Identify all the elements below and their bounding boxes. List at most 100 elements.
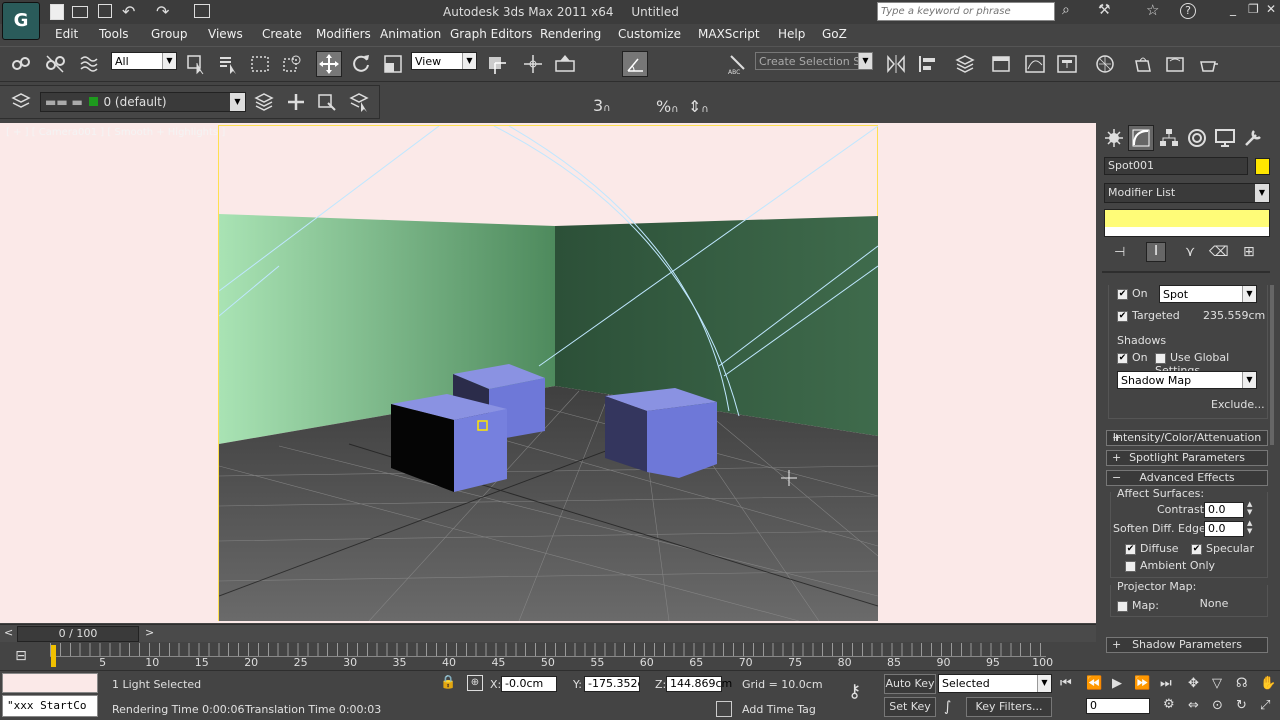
spinner-snap-icon[interactable]: ⇕∩ <box>688 97 709 116</box>
add-to-layer-icon[interactable] <box>314 89 340 115</box>
projector-map-button[interactable]: None <box>1167 596 1261 614</box>
utilities-tab-icon[interactable] <box>1240 125 1266 151</box>
maxscript-listener-bottom[interactable]: "xxx StartCo <box>2 695 98 717</box>
pivot-center-icon[interactable] <box>483 51 509 77</box>
maxscript-listener-top[interactable] <box>2 673 98 693</box>
time-marker[interactable] <box>51 645 56 667</box>
select-link-icon[interactable] <box>8 51 34 77</box>
light-type-dropdown[interactable]: Spot ▼ <box>1159 285 1257 303</box>
contrast-spinner[interactable]: 0.0 <box>1204 502 1244 518</box>
redo-icon[interactable]: ↷ <box>156 2 169 21</box>
search-input[interactable] <box>877 2 1055 21</box>
add-time-tag-icon[interactable] <box>716 701 732 717</box>
light-on-checkbox[interactable]: ✔ On <box>1117 287 1148 300</box>
layer-manager-icon[interactable] <box>952 51 978 77</box>
app-logo[interactable]: G <box>2 2 40 40</box>
menu-group[interactable]: Group <box>151 27 188 41</box>
menu-views[interactable]: Views <box>208 27 243 41</box>
z-coordinate-field[interactable]: 144.869cm <box>666 676 732 692</box>
rollout-advanced-effects[interactable]: − Advanced Effects <box>1106 470 1268 486</box>
targeted-checkbox[interactable]: ✔ Targeted <box>1117 309 1180 322</box>
edit-named-selection-icon[interactable]: ABC <box>724 51 750 77</box>
exclude-button[interactable]: Exclude... <box>1211 398 1265 411</box>
named-selection-sets-dropdown[interactable]: Create Selection Se ▼ <box>755 52 873 70</box>
menu-help[interactable]: Help <box>778 27 805 41</box>
new-icon[interactable] <box>50 4 64 20</box>
binoculars-icon[interactable]: ⌕ <box>1062 2 1070 18</box>
make-unique-icon[interactable]: ⋎ <box>1185 244 1195 260</box>
goto-start-icon[interactable]: ⏮ <box>1060 676 1072 691</box>
graphite-tools-icon[interactable] <box>988 51 1014 77</box>
specular-checkbox[interactable]: ✔ Specular <box>1191 542 1254 555</box>
mini-curve-editor-toggle[interactable]: ⊟ <box>10 648 32 666</box>
help-icon[interactable]: ? <box>1180 3 1196 19</box>
unlink-icon[interactable] <box>42 51 68 77</box>
menu-customize[interactable]: Customize <box>618 27 681 41</box>
align-icon[interactable] <box>915 51 941 77</box>
roll-camera-icon[interactable]: ↻ <box>1236 698 1247 713</box>
rotate-icon[interactable] <box>348 51 374 77</box>
diffuse-checkbox[interactable]: ✔ Diffuse <box>1125 542 1179 555</box>
viewport-label[interactable]: [ + ] [ Camera001 ] [ Smooth + Highlight… <box>6 127 225 138</box>
ambient-only-checkbox[interactable]: Ambient Only <box>1125 559 1215 572</box>
new-layer-icon[interactable] <box>283 89 309 115</box>
goto-end-icon[interactable]: ⏭ <box>1160 676 1172 691</box>
selection-lock-icon[interactable]: 🔒 <box>440 675 456 690</box>
reference-coordinate-dropdown[interactable]: View ▼ <box>411 52 477 70</box>
prev-frame-icon[interactable]: ⏪ <box>1086 676 1102 691</box>
shadows-on-checkbox[interactable]: ✔ On <box>1117 351 1148 364</box>
pan-icon[interactable]: ✋ <box>1260 676 1276 691</box>
command-panel-scrollbar[interactable] <box>1270 285 1274 445</box>
rectangular-selection-icon[interactable] <box>247 51 273 77</box>
motion-tab-icon[interactable] <box>1184 125 1210 151</box>
select-by-name-icon[interactable] <box>215 51 241 77</box>
menu-graph-editors[interactable]: Graph Editors <box>450 27 532 41</box>
soften-spinner[interactable]: 0.0 <box>1204 521 1244 537</box>
keyboard-shortcut-override-icon[interactable] <box>552 51 578 77</box>
layer-manage-icon[interactable] <box>251 89 277 115</box>
menu-rendering[interactable]: Rendering <box>540 27 601 41</box>
zoom-icon[interactable]: ✥ <box>1188 676 1199 691</box>
truck-camera-icon[interactable]: ⇔ <box>1188 698 1199 713</box>
key-mode-dropdown[interactable]: Selected ▼ <box>938 674 1052 693</box>
menu-edit[interactable]: Edit <box>55 27 78 41</box>
undo-icon[interactable]: ↶ <box>122 2 135 21</box>
percent-snap-icon[interactable]: %∩ <box>656 97 679 116</box>
rollout-intensity[interactable]: + Intensity/Color/Attenuation <box>1106 430 1268 446</box>
shadow-type-dropdown[interactable]: Shadow Map ▼ <box>1117 371 1257 389</box>
play-icon[interactable]: ▶ <box>1112 676 1122 691</box>
set-key-button[interactable]: Set Key <box>884 697 936 717</box>
move-icon[interactable] <box>316 51 342 77</box>
layer-visibility-icon[interactable]: ▬▬ ▬ <box>45 95 83 109</box>
close-button[interactable]: ✕ <box>1266 2 1276 16</box>
select-in-layer-icon[interactable] <box>346 89 372 115</box>
absolute-mode-icon[interactable]: ⊕ <box>467 675 483 691</box>
y-coordinate-field[interactable]: -175.352cr <box>584 676 640 692</box>
star-icon[interactable]: ☆ <box>1146 1 1159 19</box>
tools-icon[interactable]: ⚒ <box>1098 2 1111 18</box>
maximize-viewport-icon[interactable]: ⤢ <box>1260 698 1270 713</box>
x-coordinate-field[interactable]: -0.0cm <box>501 676 557 692</box>
menu-create[interactable]: Create <box>262 27 302 41</box>
remove-modifier-icon[interactable]: ⌫ <box>1209 244 1229 260</box>
field-of-view-icon[interactable]: ▽ <box>1212 676 1222 691</box>
layers-panel-icon[interactable] <box>8 89 34 115</box>
menu-maxscript[interactable]: MAXScript <box>698 27 760 41</box>
pin-stack-icon[interactable]: ⊣ <box>1114 245 1125 260</box>
save-icon[interactable] <box>98 4 112 18</box>
selection-filter-dropdown[interactable]: All ▼ <box>111 52 177 70</box>
stack-item-target-spot[interactable]: Target Spot <box>1105 210 1269 227</box>
curve-editor-icon[interactable] <box>1022 51 1048 77</box>
minimize-button[interactable]: _ <box>1230 2 1236 16</box>
display-tab-icon[interactable] <box>1212 125 1238 151</box>
time-slider-next[interactable]: > <box>145 626 154 639</box>
next-frame-icon[interactable]: ⏩ <box>1134 676 1150 691</box>
auto-key-button[interactable]: Auto Key <box>884 674 936 694</box>
select-manipulate-icon[interactable] <box>520 51 546 77</box>
set-key-curve-icon[interactable]: ∫ <box>944 699 951 715</box>
bind-space-warp-icon[interactable] <box>76 51 102 77</box>
menu-tools[interactable]: Tools <box>99 27 129 41</box>
material-editor-icon[interactable] <box>1092 51 1118 77</box>
time-slider-prev[interactable]: < <box>4 626 13 639</box>
project-folder-icon[interactable] <box>194 4 210 18</box>
